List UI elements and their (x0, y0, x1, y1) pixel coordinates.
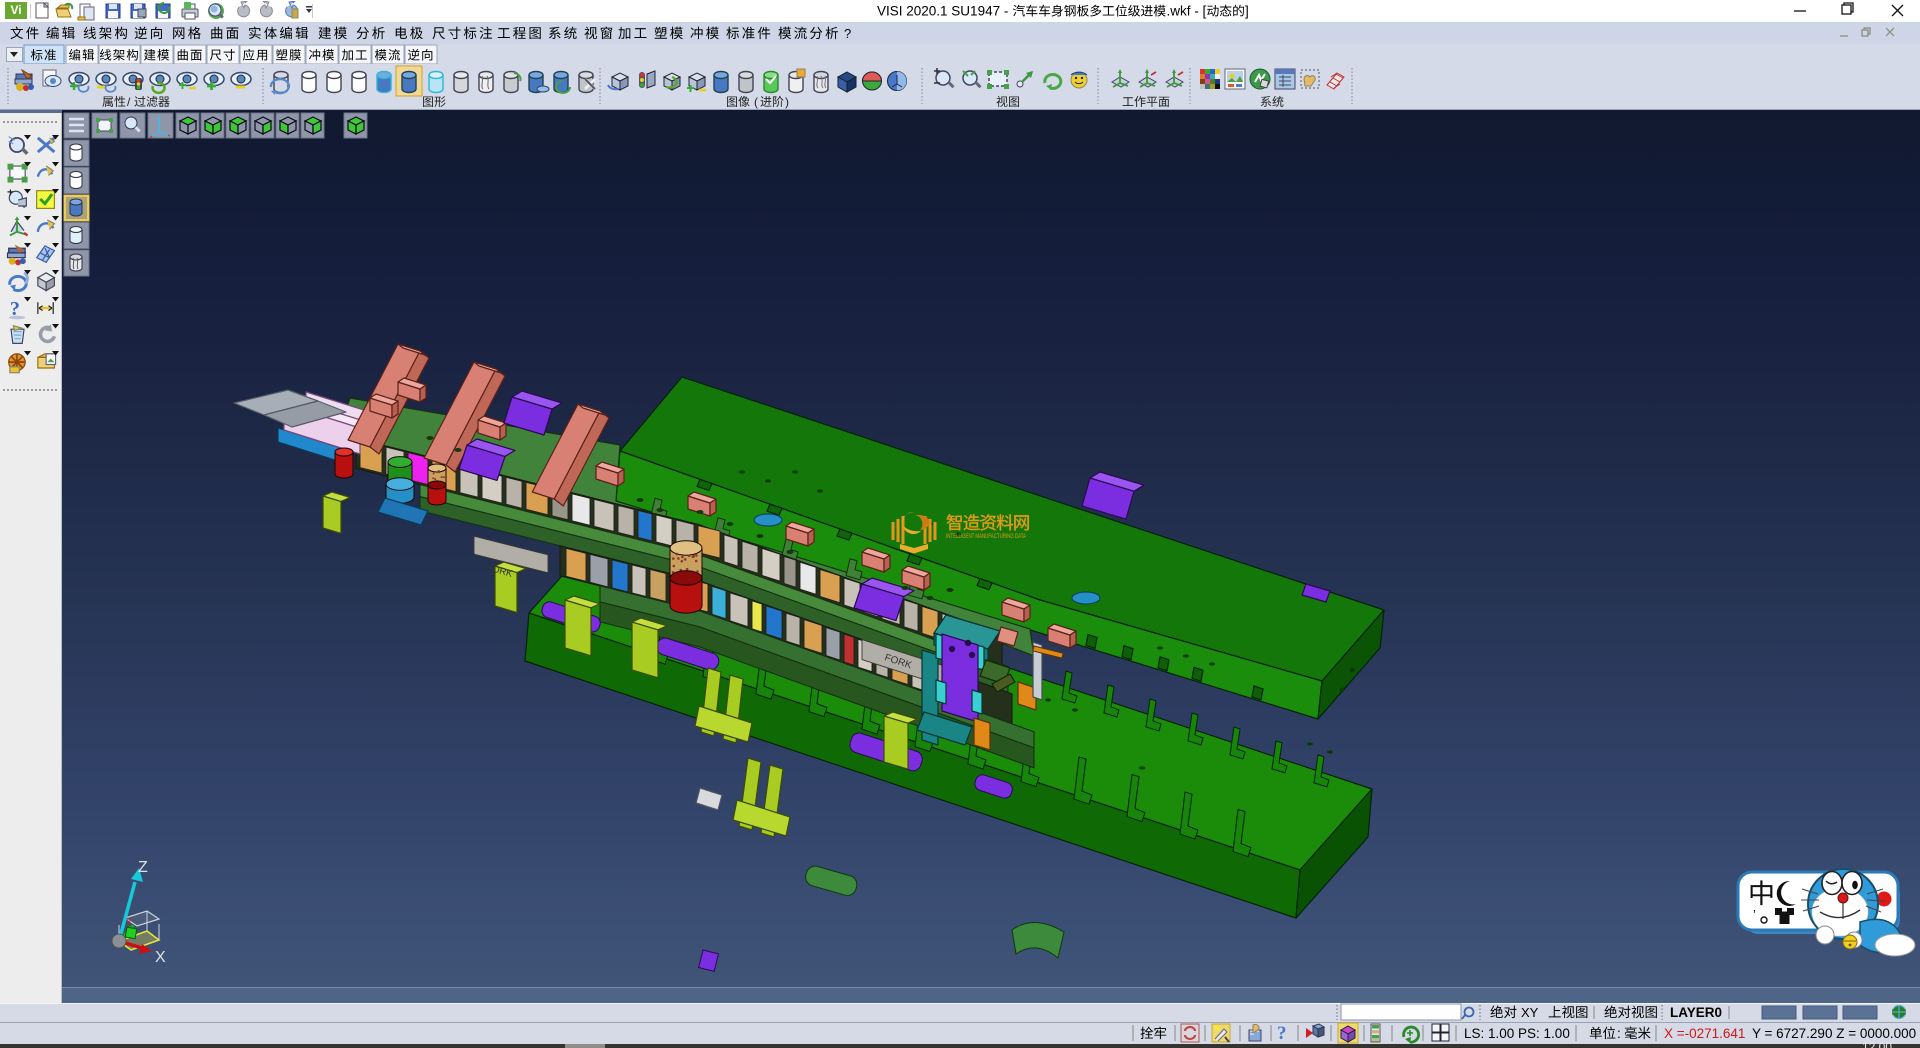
svg-text:INTELLIGENT MANUFACTURING DATA: INTELLIGENT MANUFACTURING DATA (946, 534, 1026, 540)
svg-text:]: ] (1245, 4, 1249, 19)
svg-text:VISI 2020.1 SU1947 -: VISI 2020.1 SU1947 - (877, 4, 1008, 19)
svg-text:(: ( (754, 95, 758, 109)
svg-text:?: ? (1277, 1023, 1287, 1044)
svg-text:X =-0271.641: X =-0271.641 (1664, 1026, 1745, 1041)
svg-text:LS: 1.00 PS: 1.00: LS: 1.00 PS: 1.00 (1464, 1026, 1570, 1041)
svg-text:Y: Y (126, 917, 132, 927)
svg-text:X: X (155, 949, 166, 966)
svg-text:.wkf - [: .wkf - [ (1167, 4, 1207, 19)
svg-text:Y = 6727.290 Z = 0000.000: Y = 6727.290 Z = 0000.000 (1752, 1026, 1916, 1041)
svg-text:/: / (127, 95, 131, 109)
svg-text::: : (1617, 1026, 1621, 1041)
svg-text:XY: XY (1521, 1005, 1539, 1020)
svg-text:LAYER0: LAYER0 (1670, 1005, 1722, 1020)
svg-text:Z: Z (138, 859, 148, 876)
svg-text:): ) (785, 95, 789, 109)
svg-text:?: ? (844, 26, 851, 41)
svg-text:’: ’ (1753, 907, 1756, 922)
